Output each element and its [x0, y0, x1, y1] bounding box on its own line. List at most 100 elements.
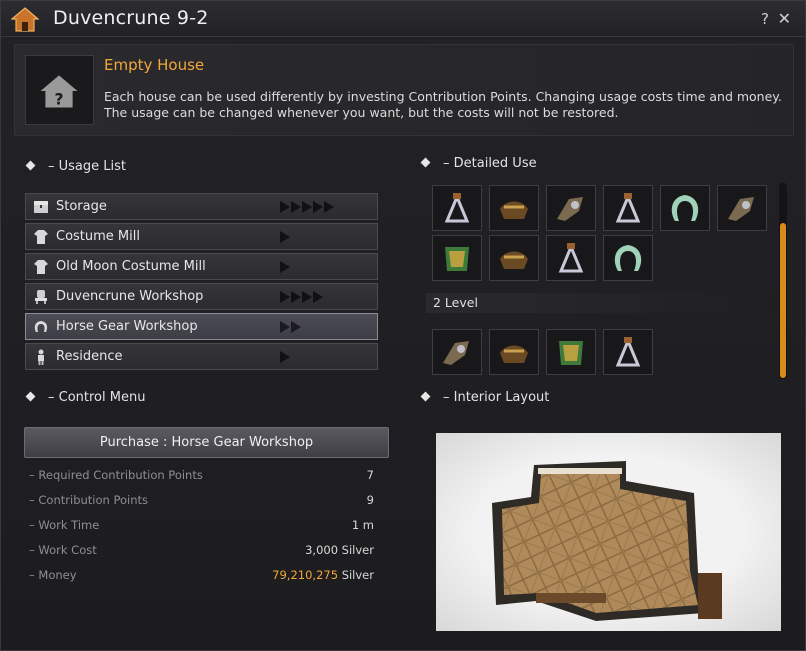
usage-item-storage[interactable]: Storage: [25, 193, 378, 220]
chest-icon: [34, 201, 48, 213]
level-arrows: [280, 291, 323, 303]
usage-item-label: Horse Gear Workshop: [56, 319, 198, 334]
control-menu-heading: – Control Menu: [25, 390, 146, 405]
level-bar: 2 Level: [426, 293, 781, 313]
usage-item-label: Old Moon Costume Mill: [56, 259, 206, 274]
title-bar: Duvencrune 9-2 ? ✕: [1, 1, 805, 37]
level-arrows: [280, 261, 290, 273]
item-slot[interactable]: [432, 235, 482, 281]
diamond-icon: [420, 157, 431, 168]
help-button[interactable]: ?: [761, 10, 769, 28]
control-menu-title: – Control Menu: [48, 390, 146, 405]
item-slot[interactable]: [432, 185, 482, 231]
usage-list-heading: – Usage List: [25, 159, 126, 174]
item-slot[interactable]: [603, 329, 653, 375]
interior-layout-heading: – Interior Layout: [420, 390, 550, 405]
shirt-icon: [34, 260, 48, 274]
level-arrows: [280, 231, 290, 243]
stirrup-icon: [444, 193, 470, 223]
money-unit: Silver: [341, 568, 374, 582]
stat-work-time: – Work Time 1 m: [29, 518, 374, 534]
usage-item-horse-gear-workshop[interactable]: Horse Gear Workshop: [25, 313, 378, 340]
chair-icon: [35, 290, 47, 304]
detailed-use-heading: – Detailed Use: [420, 156, 537, 171]
stat-work-cost: – Work Cost 3,000 Silver: [29, 543, 374, 559]
house-name: Empty House: [104, 56, 205, 74]
interior-layout-image: [436, 433, 781, 631]
svg-text:?: ?: [55, 91, 64, 109]
stat-label: – Money: [29, 568, 77, 582]
saddle-icon: [500, 201, 528, 219]
item-slot[interactable]: [660, 185, 710, 231]
detailed-use-scrollbar[interactable]: [779, 183, 787, 379]
saddle-icon: [500, 251, 528, 269]
level-label: 2 Level: [433, 295, 478, 310]
shirt-icon: [34, 230, 48, 244]
floor-plan-image: [492, 461, 722, 621]
home-icon: [11, 7, 39, 32]
usage-item-old-moon-costume-mill[interactable]: Old Moon Costume Mill: [25, 253, 378, 280]
horse-armor-icon: [443, 341, 469, 365]
item-slot[interactable]: [603, 235, 653, 281]
stat-label: – Contribution Points: [29, 493, 149, 507]
barding-icon: [445, 247, 469, 271]
stat-value: 7: [366, 468, 374, 482]
saddle-icon: [500, 345, 528, 363]
item-slot[interactable]: [546, 235, 596, 281]
stat-label: – Required Contribution Points: [29, 468, 203, 482]
usage-item-label: Duvencrune Workshop: [56, 289, 204, 304]
stat-required-contribution: – Required Contribution Points 7: [29, 468, 374, 484]
stirrup-icon: [615, 337, 641, 367]
usage-list-title: – Usage List: [48, 159, 126, 174]
stat-value: 3,000 Silver: [305, 543, 374, 557]
interior-layout-title: – Interior Layout: [443, 390, 550, 405]
house-thumbnail: ?: [25, 55, 94, 125]
level-arrows: [280, 201, 334, 213]
item-slot[interactable]: [546, 329, 596, 375]
person-icon: [38, 349, 44, 365]
stirrup-icon: [558, 243, 584, 273]
usage-item-duvencrune-workshop[interactable]: Duvencrune Workshop: [25, 283, 378, 310]
horse-armor-icon: [557, 197, 583, 221]
purchase-button[interactable]: Purchase : Horse Gear Workshop: [24, 427, 389, 458]
diamond-icon: [25, 391, 36, 402]
horse-armor-icon: [728, 197, 754, 221]
stat-label: – Work Cost: [29, 543, 97, 557]
horseshoe-icon: [671, 195, 699, 221]
item-slot[interactable]: [717, 185, 767, 231]
item-slot[interactable]: [432, 329, 482, 375]
item-slot[interactable]: [489, 185, 539, 231]
house-info-panel: ? Empty House Each house can be used dif…: [14, 44, 794, 136]
stat-value: 1 m: [351, 518, 374, 532]
stat-label: – Work Time: [29, 518, 100, 532]
stat-money: – Money 79,210,275 Silver: [29, 568, 374, 584]
level-arrows: [280, 351, 290, 363]
stat-contribution-points: – Contribution Points 9: [29, 493, 374, 509]
detailed-use-title: – Detailed Use: [443, 156, 537, 171]
horseshoe-icon: [614, 245, 642, 271]
diamond-icon: [25, 160, 36, 171]
house-description: Each house can be used differently by in…: [104, 89, 782, 120]
horseshoe-icon: [34, 321, 48, 332]
money-amount: 79,210,275: [272, 568, 339, 582]
item-slot[interactable]: [546, 185, 596, 231]
usage-item-costume-mill[interactable]: Costume Mill: [25, 223, 378, 250]
scroll-thumb[interactable]: [780, 223, 786, 378]
house-window: Duvencrune 9-2 ? ✕ ? Empty House Each ho…: [0, 0, 806, 651]
usage-item-label: Storage: [56, 199, 107, 214]
item-slot[interactable]: [603, 185, 653, 231]
stat-value: 9: [366, 493, 374, 507]
window-title: Duvencrune 9-2: [53, 7, 209, 29]
usage-item-label: Costume Mill: [56, 229, 140, 244]
usage-item-label: Residence: [56, 349, 123, 364]
stirrup-icon: [615, 193, 641, 223]
stat-value: 79,210,275 Silver: [272, 568, 374, 582]
item-slot[interactable]: [489, 235, 539, 281]
usage-item-residence[interactable]: Residence: [25, 343, 378, 370]
level-arrows: [280, 321, 301, 333]
barding-icon: [559, 341, 583, 365]
close-button[interactable]: ✕: [778, 9, 791, 28]
unknown-house-icon: ?: [40, 75, 78, 109]
diamond-icon: [420, 391, 431, 402]
item-slot[interactable]: [489, 329, 539, 375]
